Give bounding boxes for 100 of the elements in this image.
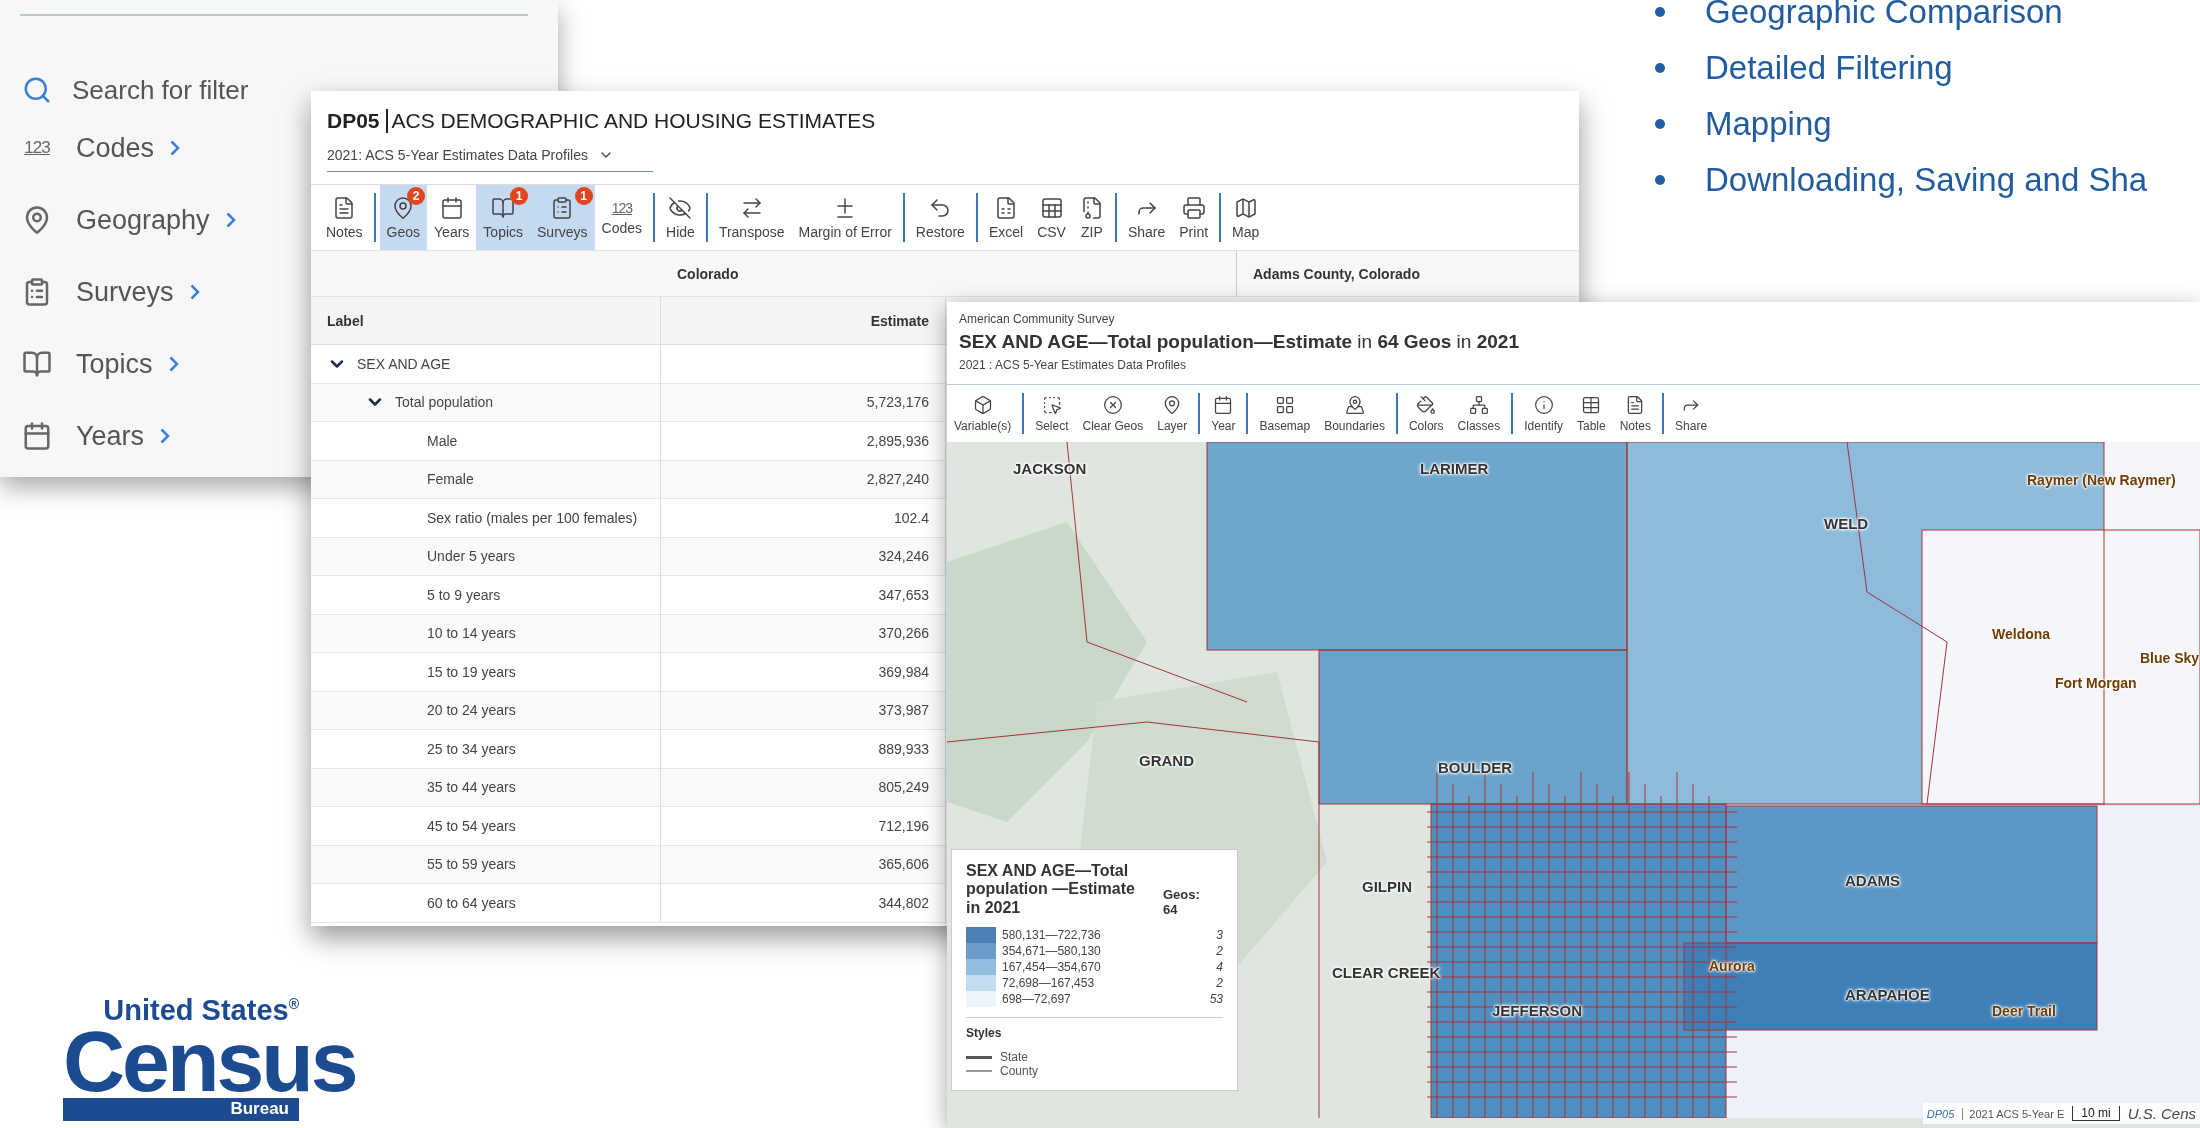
table-code: DP05 [327, 109, 388, 133]
table-cell: 712,196 [661, 807, 946, 846]
toolbar-button[interactable]: Restore [908, 185, 972, 250]
map-place-label: Fort Morgan [2055, 675, 2137, 691]
toolbar-button[interactable]: CSV [1030, 185, 1073, 250]
cube-icon [972, 394, 993, 415]
filter-category-item[interactable]: 123 Codes [20, 112, 181, 184]
chevron-right-icon [168, 356, 179, 372]
toolbar-button[interactable]: Share [1668, 385, 1715, 442]
map-title: SEX AND AGE—Total population—Estimate in 64 Geos in 2021 [959, 331, 1520, 353]
toolbar-button[interactable]: Excel [981, 185, 1031, 250]
map-place-label: JEFFERSON [1492, 1002, 1582, 1019]
table-icon [1581, 394, 1602, 415]
map-place-label: GILPIN [1362, 878, 1412, 895]
legend-count: 3 [1216, 928, 1223, 943]
legend-count: 53 [1209, 992, 1223, 1007]
logo-wordmark: Census [63, 1025, 356, 1099]
table-cell: Female [311, 460, 661, 499]
calendar-icon [22, 421, 52, 451]
book-icon [491, 195, 516, 220]
toolbar-button[interactable]: Years [427, 185, 477, 250]
table-cell: Under 5 years [311, 537, 661, 576]
legend-title: SEX AND AGE—Total population —Estimate in 2021 [966, 862, 1136, 918]
toolbar-button[interactable]: Year [1204, 385, 1243, 442]
toolbar-button[interactable]: ZIP [1072, 185, 1111, 250]
chevron-right-icon [189, 284, 200, 300]
table-cell: 5,723,176 [661, 383, 946, 422]
numbers-icon: 123 [22, 138, 52, 158]
toolbar-button[interactable]: Table [1570, 385, 1613, 442]
table-cell: 5 to 9 years [311, 576, 661, 615]
style-label: State [1000, 1050, 1029, 1065]
filter-category-item[interactable]: Years [20, 400, 171, 472]
column-header: Label [311, 297, 661, 345]
filter-category-item[interactable]: Topics [20, 328, 179, 400]
table-title: ACS DEMOGRAPHIC AND HOUSING ESTIMATES [391, 109, 876, 133]
logo-text: United States$^{®}$ [103, 996, 299, 1025]
map-place-label: Aurora [1709, 958, 1755, 974]
circle-x-icon [1102, 394, 1123, 415]
survey-name: American Community Survey [959, 312, 1116, 326]
row-toggle[interactable]: Total population [365, 392, 494, 413]
search-field[interactable]: Search for filter [72, 74, 294, 106]
toolbar-button[interactable]: Boundaries [1317, 385, 1392, 442]
row-toggle[interactable]: SEX AND AGE [327, 353, 451, 374]
toolbar-button[interactable]: 123 Codes [594, 185, 650, 250]
toolbar-button[interactable]: Surveys 1 [530, 185, 595, 250]
table-cell: 324,246 [661, 537, 946, 576]
toolbar-button[interactable]: Print [1172, 185, 1216, 250]
table-cell: 369,984 [661, 653, 946, 692]
bullet-icon [1655, 119, 1665, 129]
filter-category-item[interactable]: Surveys [20, 256, 200, 328]
table-cell: 370,266 [661, 614, 946, 653]
map-place-label: GRAND [1139, 752, 1194, 769]
eye-off-icon [668, 195, 693, 220]
dataset-dropdown[interactable]: 2021: ACS 5-Year Estimates Data Profiles [327, 137, 653, 172]
legend-range: 72,698—167,453 [1002, 976, 1096, 991]
toolbar-button[interactable]: Notes [1612, 385, 1659, 442]
toolbar-button[interactable]: Select [1028, 385, 1076, 442]
toolbar-button[interactable]: Basemap [1252, 385, 1318, 442]
map-place-label: ADAMS [1845, 872, 1900, 889]
toolbar-button[interactable]: Classes [1450, 385, 1508, 442]
toolbar-button[interactable]: Margin of Error [791, 185, 899, 250]
paint-bucket-icon [1416, 394, 1437, 415]
toolbar-button[interactable]: Clear Geos [1075, 385, 1151, 442]
print-icon [1181, 195, 1206, 220]
chevron-right-icon [225, 212, 236, 228]
toolbar-button[interactable]: Map [1225, 185, 1267, 250]
table-cell: 35 to 44 years [311, 768, 661, 807]
toolbar-button[interactable]: Notes [319, 185, 370, 250]
legend-range: 167,454—354,670 [1002, 960, 1102, 975]
toolbar-button[interactable]: Topics 1 [476, 185, 531, 250]
toolbar-button[interactable]: Layer [1150, 385, 1195, 442]
toolbar-button[interactable]: Variable(s) [947, 385, 1019, 442]
legend-count: 2 [1216, 944, 1223, 959]
toolbar-button[interactable]: Transpose [711, 185, 792, 250]
map-place-label: Weldona [1992, 626, 2051, 642]
toolbar-button[interactable]: Identify [1517, 385, 1570, 442]
bullet-icon [1655, 175, 1665, 185]
toolbar-button[interactable]: Geos 2 [379, 185, 428, 250]
column-group-header: Adams County, Colorado [1236, 251, 1579, 297]
chevron-right-icon [160, 428, 171, 444]
toolbar-button[interactable]: Hide [659, 185, 702, 250]
map-place-label: Raymer (New Raymer) [2027, 472, 2176, 488]
table-cell: 60 to 64 years [311, 884, 661, 923]
legend-range: 580,131—722,736 [1002, 928, 1102, 943]
grid-icon [1274, 394, 1295, 415]
attribution-code: DP05 [1926, 1107, 1955, 1120]
filter-category-item[interactable]: Geography [20, 184, 236, 256]
count-badge: 1 [574, 187, 593, 205]
table-cell: 55 to 59 years [311, 845, 661, 884]
csv-file-icon [1039, 195, 1064, 220]
table-cell: 15 to 19 years [311, 653, 661, 692]
map-place-label: Deer Trail [1992, 1003, 2056, 1019]
dataset-name: 2021 : ACS 5-Year Estimates Data Profiles [959, 358, 1187, 372]
table-cell: 102.4 [661, 499, 946, 538]
toolbar-button[interactable]: Share [1120, 185, 1173, 250]
map-place-label: WELD [1824, 515, 1869, 532]
toolbar-button[interactable]: Colors [1401, 385, 1451, 442]
credit-text: U.S. Cens [2127, 1105, 2196, 1122]
map-place-label: JACKSON [1013, 460, 1087, 477]
table-cell: 805,249 [661, 768, 946, 807]
